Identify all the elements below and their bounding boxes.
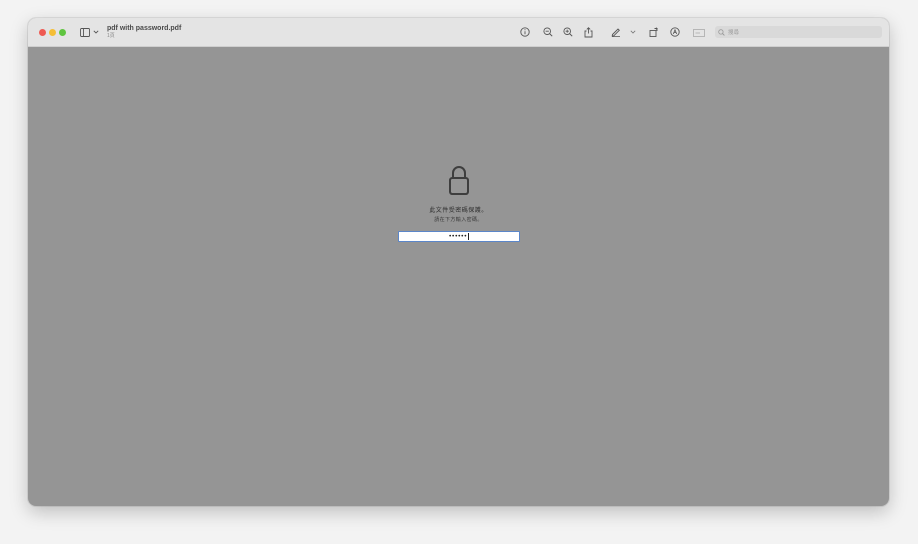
- protected-message: 此文件受密碼保護。: [429, 208, 488, 214]
- document-title: pdf with password.pdf: [107, 25, 182, 32]
- password-mask: ••••••: [448, 233, 467, 240]
- preview-window: pdf with password.pdf 1頁 搜尋 此文件受密碼保護。 請在…: [28, 18, 889, 506]
- lock-icon: [447, 164, 471, 196]
- annotate-icon[interactable]: [670, 26, 680, 38]
- password-instruction: 請在下方輸入密碼。: [434, 217, 483, 223]
- title-block: pdf with password.pdf 1頁: [107, 25, 181, 39]
- share-icon[interactable]: [584, 26, 593, 38]
- search-field[interactable]: 搜尋: [715, 26, 882, 38]
- zoom-in-icon[interactable]: [563, 26, 573, 38]
- search-icon: [718, 23, 725, 41]
- minimize-window-button[interactable]: [49, 29, 56, 36]
- search-placeholder: 搜尋: [728, 30, 740, 36]
- chevron-down-icon[interactable]: [630, 26, 636, 38]
- document-page-count: 1頁: [107, 33, 115, 39]
- markup-pen-icon[interactable]: [611, 26, 621, 38]
- password-field[interactable]: ••••••: [397, 231, 520, 242]
- chevron-down-icon[interactable]: [93, 26, 99, 38]
- zoom-window-button[interactable]: [59, 29, 66, 36]
- toolbar: pdf with password.pdf 1頁 搜尋: [28, 18, 889, 47]
- zoom-out-icon[interactable]: [543, 26, 553, 38]
- locked-document-panel: 此文件受密碼保護。 請在下方輸入密碼。 ••••••: [28, 164, 889, 242]
- form-icon[interactable]: [693, 26, 705, 38]
- text-caret: [467, 233, 469, 240]
- sidebar-icon[interactable]: [80, 26, 90, 38]
- info-icon[interactable]: [520, 26, 530, 38]
- close-window-button[interactable]: [39, 29, 46, 36]
- rotate-icon[interactable]: [649, 26, 659, 38]
